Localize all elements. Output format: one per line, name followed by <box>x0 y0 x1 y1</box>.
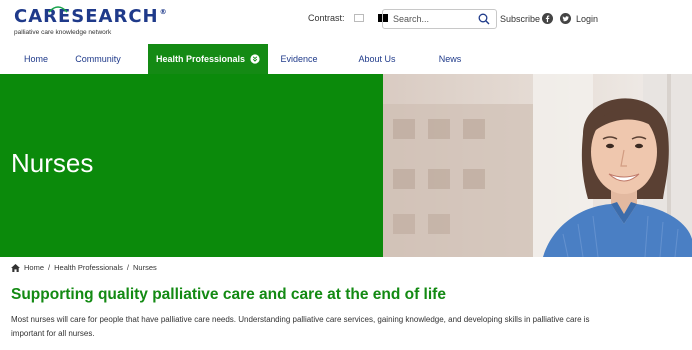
hero-title: Nurses <box>11 148 94 178</box>
login-link[interactable]: Login <box>576 14 598 24</box>
chevron-circle-icon[interactable] <box>250 54 260 64</box>
nav-item-label: Community <box>75 54 121 64</box>
breadcrumb-health-professionals[interactable]: Health Professionals <box>54 263 123 272</box>
logo-registered: ® <box>159 8 168 16</box>
hero-photo <box>383 74 692 257</box>
search-input[interactable] <box>393 14 478 24</box>
nav-item-label: About Us <box>358 54 396 64</box>
nurse-portrait-image <box>383 74 692 257</box>
nav-item-label: Home <box>23 54 48 64</box>
nav-item-about-us[interactable]: About Us <box>352 44 402 74</box>
contrast-label: Contrast: <box>308 13 345 23</box>
nav-item-evidence[interactable]: Evidence <box>276 44 322 74</box>
nav-item-label: Health Professionals <box>155 54 246 64</box>
nav-item-label: Evidence <box>280 54 318 64</box>
facebook-icon[interactable] <box>542 13 553 24</box>
intro-paragraph: Most nurses will care for people that ha… <box>11 315 590 338</box>
breadcrumb-separator: / <box>126 263 129 272</box>
subscribe-link[interactable]: Subscribe <box>500 14 540 24</box>
site-logo[interactable]: CARE SEARCH ® palliative care knowledge ne… <box>14 6 168 36</box>
home-icon[interactable] <box>11 263 20 272</box>
main-nav: Home Community Health Professionals Evid… <box>0 44 692 74</box>
logo-swoosh-icon <box>48 6 68 13</box>
nav-item-health-professionals[interactable]: Health Professionals <box>148 44 268 74</box>
breadcrumb-home[interactable]: Home <box>24 263 44 272</box>
breadcrumb: Home / Health Professionals / Nurses <box>11 263 157 272</box>
nav-item-label: News <box>438 54 462 64</box>
breadcrumb-current: Nurses <box>133 263 157 272</box>
nav-item-community[interactable]: Community <box>68 44 128 74</box>
logo-search: SEARCH <box>71 6 159 27</box>
search-icon[interactable] <box>478 13 490 25</box>
twitter-icon[interactable] <box>560 13 571 24</box>
contrast-light-button[interactable] <box>353 14 364 22</box>
logo-wordmark: CARE SEARCH ® <box>14 6 168 27</box>
search-box <box>382 9 497 29</box>
nav-item-home[interactable]: Home <box>12 44 60 74</box>
breadcrumb-separator: / <box>48 263 51 272</box>
logo-tagline: palliative care knowledge network <box>14 29 112 36</box>
page-heading: Supporting quality palliative care and c… <box>11 286 446 303</box>
contrast-control: Contrast: <box>308 13 388 23</box>
nav-item-news[interactable]: News <box>432 44 468 74</box>
